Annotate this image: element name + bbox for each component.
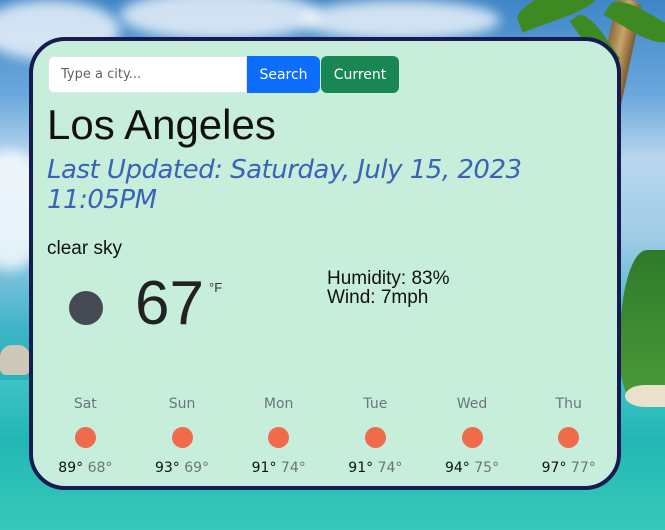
forecast-weather-icon: [74, 427, 96, 448]
forecast-low: 68°: [87, 460, 113, 476]
forecast-low: 75°: [474, 460, 500, 476]
forecast-weather-icon: [461, 427, 483, 448]
forecast-temps: 91° 74°: [327, 460, 424, 476]
forecast-high: 94°: [444, 460, 470, 476]
weather-card: Search Current Los Angeles Last Updated:…: [29, 37, 621, 490]
forecast-row: Sat 89° 68° Sun 93° 69° Mon 91° 74° Tue …: [37, 396, 617, 476]
forecast-temps: 91° 74°: [230, 460, 327, 476]
forecast-weather-icon: [171, 427, 193, 448]
forecast-day: Thu 97° 77°: [520, 396, 617, 476]
forecast-day: Sat 89° 68°: [37, 396, 134, 476]
forecast-high: 91°: [251, 460, 277, 476]
forecast-high: 93°: [154, 460, 180, 476]
forecast-high: 91°: [348, 460, 374, 476]
forecast-day: Wed 94° 75°: [424, 396, 521, 476]
city-name: Los Angeles: [47, 101, 276, 148]
wind-text: Wind: 7mph: [327, 287, 429, 308]
search-button[interactable]: Search: [247, 56, 320, 93]
current-location-button[interactable]: Current: [321, 56, 399, 93]
forecast-day-name: Sun: [168, 396, 196, 412]
forecast-high: 97°: [541, 460, 567, 476]
forecast-day-name: Sat: [73, 396, 97, 412]
forecast-temps: 89° 68°: [37, 460, 134, 476]
forecast-high: 89°: [58, 460, 84, 476]
current-temperature: 67: [135, 269, 204, 338]
weather-details: Humidity: 83% Wind: 7mph: [327, 269, 450, 307]
last-updated-time: 11:05PM: [47, 185, 157, 215]
last-updated-date: Last Updated: Saturday, July 15, 2023: [47, 155, 522, 185]
forecast-day-name: Mon: [263, 396, 294, 412]
forecast-day: Mon 91° 74°: [230, 396, 327, 476]
forecast-low: 74°: [280, 460, 306, 476]
weather-description: clear sky: [47, 238, 122, 259]
forecast-low: 74°: [377, 460, 403, 476]
cloud-shape: [120, 0, 320, 40]
forecast-temps: 93° 69°: [134, 460, 231, 476]
forecast-temps: 94° 75°: [424, 460, 521, 476]
forecast-day-name: Wed: [456, 396, 488, 412]
temperature-unit[interactable]: °F: [209, 280, 222, 295]
beach-shape: [625, 385, 665, 407]
forecast-weather-icon: [268, 427, 290, 448]
forecast-day-name: Tue: [363, 396, 388, 412]
forecast-day: Sun 93° 69°: [134, 396, 231, 476]
forecast-day: Tue 91° 74°: [327, 396, 424, 476]
rocks-shape: [0, 345, 30, 375]
forecast-weather-icon: [558, 427, 580, 448]
forecast-low: 77°: [570, 460, 596, 476]
dark-circle-icon: [69, 291, 103, 325]
cloud-shape: [300, 0, 500, 40]
forecast-day-name: Thu: [555, 396, 582, 412]
forecast-weather-icon: [364, 427, 386, 448]
last-updated: Last Updated: Saturday, July 15, 2023 11…: [47, 155, 567, 215]
humidity-text: Humidity: 83%: [327, 268, 450, 289]
city-search-input[interactable]: [48, 56, 247, 93]
search-form: Search Current: [48, 56, 399, 93]
forecast-low: 69°: [184, 460, 210, 476]
forecast-temps: 97° 77°: [520, 460, 617, 476]
island-shape: [620, 250, 665, 400]
